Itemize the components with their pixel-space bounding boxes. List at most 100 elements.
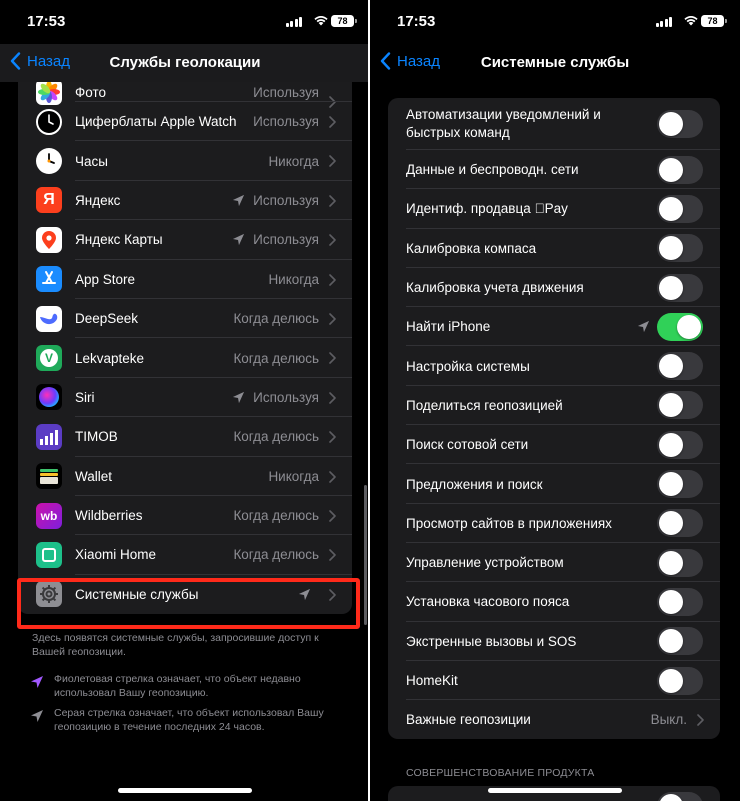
app-name: Siri — [75, 389, 95, 405]
status-time: 17:53 — [397, 13, 436, 30]
service-toggle-row[interactable]: Предложения и поиск — [388, 464, 720, 504]
service-toggle-row[interactable]: Калибровка компаса — [388, 229, 720, 268]
app-row[interactable]: Циферблаты Apple Watch Используя — [18, 102, 352, 142]
app-row[interactable]: Я Яндекс Используя — [18, 181, 352, 221]
location-arrow-icon — [637, 321, 650, 333]
app-row[interactable]: DeepSeek Когда делюсь — [18, 299, 352, 339]
location-access-value — [298, 588, 319, 601]
toggle-switch[interactable] — [657, 155, 703, 184]
app-row[interactable]: Часы Никогда — [18, 141, 352, 181]
app-row[interactable]: Системные службы — [18, 575, 352, 614]
app-row[interactable]: wb Wildberries Когда делюсь — [18, 496, 352, 536]
service-link-row[interactable]: Важные геопозиции Выкл. — [388, 700, 720, 739]
service-toggle-row[interactable]: Автоматизации уведомлений и быстрых кома… — [388, 98, 720, 150]
app-store-icon — [36, 266, 62, 293]
access-text: Когда делюсь — [233, 547, 319, 563]
chevron-right-icon — [329, 549, 336, 562]
location-arrow-icon — [233, 391, 245, 403]
access-text: Когда делюсь — [233, 429, 319, 445]
service-toggle-row[interactable]: Идентиф. продавца Pay — [388, 189, 720, 229]
service-name: Важные геопозиции — [406, 712, 531, 728]
service-toggle-row[interactable]: Просмотр сайтов в приложениях — [388, 504, 720, 543]
service-toggle-row[interactable]: Данные и беспроводн. сети — [388, 150, 720, 190]
access-text: Используя — [253, 192, 319, 208]
location-access-value: Используя — [232, 390, 319, 405]
cellular-signal-icon — [655, 17, 672, 27]
service-name: Найти iPhone — [406, 319, 491, 335]
toggle-switch[interactable] — [657, 110, 703, 138]
service-toggle-row[interactable]: Поделиться геопозицией — [388, 386, 720, 426]
service-toggle-row[interactable]: Управление устройством — [388, 543, 720, 583]
status-bar: 17:53 78 — [0, 0, 370, 44]
purple-location-arrow-icon — [31, 676, 43, 688]
service-toggle-row[interactable]: Калибровка учета движения — [388, 268, 720, 308]
app-row[interactable]: Фото Используя — [18, 82, 352, 108]
toggle-switch[interactable] — [657, 312, 703, 341]
service-name: Установка часового пояса — [406, 594, 570, 610]
service-name: Автоматизации уведомлений и быстрых кома… — [406, 107, 601, 140]
toggle-knob — [659, 196, 683, 221]
service-toggle-row[interactable]: Настройка системы — [388, 346, 720, 386]
toggle-switch[interactable] — [657, 430, 703, 459]
toggle-knob — [659, 275, 683, 300]
app-name: Циферблаты Apple Watch — [75, 114, 237, 130]
service-name: Предложения и поиск — [406, 476, 543, 492]
service-name: Поиск сотовой сети — [406, 437, 529, 453]
app-name: Lekvapteke — [75, 350, 145, 366]
location-access-value: Используя — [232, 232, 319, 247]
home-indicator[interactable] — [118, 788, 252, 793]
app-row[interactable]: TIMOB Когда делюсь — [18, 417, 352, 457]
chevron-right-icon — [329, 155, 336, 168]
chevron-right-icon — [329, 194, 336, 207]
toggle-switch[interactable] — [657, 470, 703, 499]
navigation-bar: Назад Системные службы — [370, 44, 740, 82]
home-indicator[interactable] — [488, 788, 622, 793]
location-arrow-icon — [233, 234, 245, 246]
toggle-switch[interactable] — [657, 509, 703, 538]
app-name: Фото — [75, 84, 107, 100]
app-row[interactable]: Siri Используя — [18, 378, 352, 418]
toggle-switch[interactable] — [657, 548, 703, 577]
app-row[interactable]: V Lekvapteke Когда делюсь — [18, 338, 352, 378]
chevron-right-icon — [329, 391, 336, 404]
toggle-switch[interactable] — [657, 194, 703, 223]
location-access-value: Никогда — [268, 469, 319, 484]
link-value: Выкл. — [650, 712, 687, 728]
service-name: Калибровка учета движения — [406, 280, 584, 296]
location-services-screen: 17:53 78 Назад Службы геолокации Фото Исп… — [0, 0, 370, 801]
purple-arrow-note: Фиолетовая стрелка означает, что объект … — [54, 673, 301, 699]
app-name: Системные службы — [75, 586, 199, 602]
app-row[interactable]: Xiaomi Home Когда делюсь — [18, 535, 352, 575]
scrollbar[interactable] — [364, 485, 367, 625]
service-name: Поделиться геопозицией — [406, 397, 563, 413]
service-toggle-row[interactable]: Экстренные вызовы и SOS — [388, 622, 720, 661]
app-row[interactable]: Wallet Никогда — [18, 457, 352, 496]
chevron-right-icon — [329, 234, 336, 246]
toggle-switch[interactable] — [657, 391, 703, 420]
toggle-knob — [659, 589, 683, 614]
toggle-switch[interactable] — [657, 627, 703, 656]
toggle-knob — [659, 629, 683, 654]
toggle-knob — [677, 314, 701, 339]
toggle-switch[interactable] — [657, 587, 703, 616]
service-toggle-row[interactable]: HomeKit — [388, 661, 720, 701]
chevron-right-icon — [697, 714, 704, 726]
app-row[interactable]: Яндекс Карты Используя — [18, 220, 352, 260]
toggle-knob — [659, 354, 683, 379]
gray-arrow-note: Серая стрелка означает, что объект испол… — [54, 707, 324, 733]
service-toggle-row[interactable]: Установка часового пояса — [388, 582, 720, 622]
location-access-value: Используя — [232, 193, 319, 208]
toggle-switch[interactable] — [657, 273, 703, 302]
app-row[interactable]: App Store Никогда — [18, 260, 352, 299]
chevron-right-icon — [329, 313, 336, 325]
access-text: Используя — [253, 232, 319, 248]
toggle-switch[interactable] — [657, 666, 703, 695]
service-toggle-row[interactable]: Найти iPhone — [388, 307, 720, 347]
toggle-switch[interactable] — [657, 792, 703, 801]
toggle-switch[interactable] — [657, 234, 703, 263]
toggle-switch[interactable] — [657, 352, 703, 381]
access-text: Никогда — [268, 153, 319, 169]
service-toggle-row[interactable]: Поиск сотовой сети — [388, 425, 720, 465]
service-name: Настройка системы — [406, 358, 530, 374]
service-name: Просмотр сайтов в приложениях — [406, 515, 612, 531]
